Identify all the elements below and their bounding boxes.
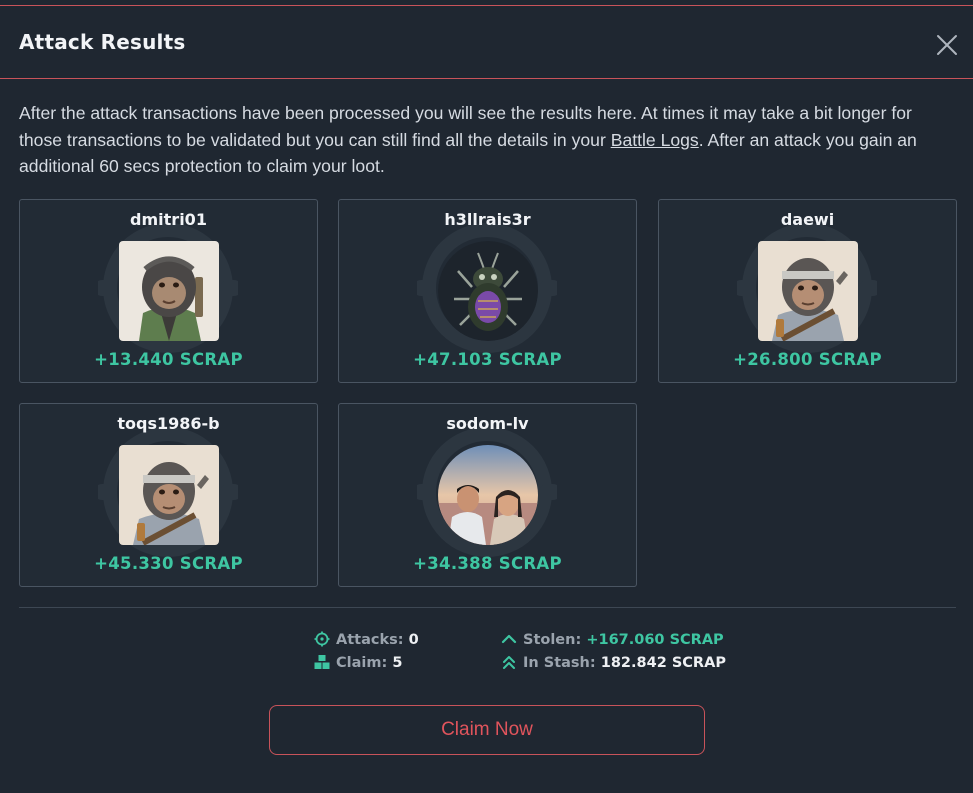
close-icon[interactable] — [934, 32, 960, 58]
attacks-value: 0 — [408, 632, 419, 648]
battle-logs-link[interactable]: Battle Logs — [611, 130, 699, 150]
reward-amount: +47.103 SCRAP — [413, 350, 562, 369]
reward-amount: +13.440 SCRAP — [94, 350, 243, 369]
stat-claim: Claim: 5 — [314, 654, 402, 671]
chevron-up-icon — [501, 631, 517, 647]
avatar-ape-headband — [119, 445, 219, 545]
stat-stash: In Stash: 182.842 SCRAP — [501, 654, 726, 671]
username: sodom-lv — [446, 414, 529, 433]
username: h3llrais3r — [444, 210, 531, 229]
modal-header: Attack Results — [0, 6, 973, 79]
stat-attacks: Attacks: 0 — [314, 631, 419, 648]
reward-amount: +26.800 SCRAP — [733, 350, 882, 369]
result-card: h3llrais3r +47.103 SCRAP — [338, 199, 637, 383]
modal-title: Attack Results — [19, 30, 186, 54]
crosshair-icon — [314, 631, 330, 647]
stolen-label: Stolen: — [523, 632, 582, 648]
avatar-ape-green-jacket — [119, 241, 219, 341]
avatar-couple-photo — [438, 445, 538, 545]
reward-amount: +34.388 SCRAP — [413, 554, 562, 573]
stat-stolen: Stolen: +167.060 SCRAP — [501, 631, 724, 648]
username: toqs1986-b — [117, 414, 220, 433]
description: After the attack transactions have been … — [19, 100, 954, 180]
stash-label: In Stash: — [523, 655, 596, 671]
claim-now-button[interactable]: Claim Now — [269, 705, 705, 755]
result-card: toqs1986-b +45.330 SCRAP — [19, 403, 318, 587]
divider — [19, 607, 956, 608]
claim-label: Claim: — [336, 655, 388, 671]
result-card: sodom-lv +34.388 SCRAP — [338, 403, 637, 587]
claim-value: 5 — [392, 655, 403, 671]
result-card: dmitri01 +13.440 SCRAP — [19, 199, 318, 383]
stolen-value: +167.060 SCRAP — [586, 632, 724, 648]
stash-value: 182.842 SCRAP — [600, 655, 726, 671]
username: daewi — [780, 210, 835, 229]
avatar-beetle-bug — [438, 241, 538, 341]
boxes-icon — [314, 654, 330, 670]
attacks-label: Attacks: — [336, 632, 404, 648]
username: dmitri01 — [130, 210, 207, 229]
double-chevron-up-icon — [501, 654, 517, 670]
avatar-ape-headband — [758, 241, 858, 341]
result-card: daewi +26.800 SCRAP — [658, 199, 957, 383]
reward-amount: +45.330 SCRAP — [94, 554, 243, 573]
